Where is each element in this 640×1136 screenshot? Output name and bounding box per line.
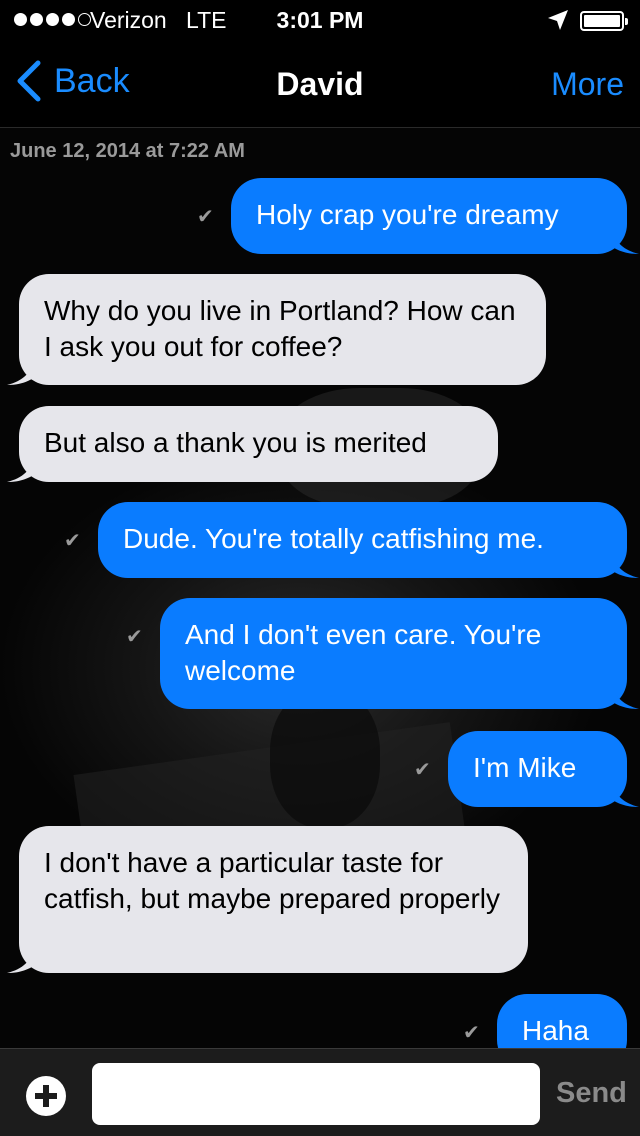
bubble-tail bbox=[7, 456, 35, 482]
more-button[interactable]: More bbox=[551, 66, 624, 103]
compose-bar: Send bbox=[0, 1048, 640, 1136]
message-timestamp: June 12, 2014 at 7:22 AM bbox=[10, 140, 245, 162]
bubble-tail bbox=[611, 228, 639, 254]
add-attachment-button[interactable] bbox=[26, 1076, 66, 1116]
bubble-tail bbox=[611, 683, 639, 709]
incoming-message-bubble[interactable]: Why do you live in Portland? How can I a… bbox=[19, 274, 546, 385]
outgoing-message-bubble[interactable]: And I don't even care. You're welcome bbox=[160, 598, 627, 709]
bubble-tail bbox=[7, 359, 35, 385]
delivered-check-icon: ✔ bbox=[463, 1022, 480, 1044]
message-thread[interactable]: June 12, 2014 at 7:22 AM Holy crap you'r… bbox=[0, 128, 640, 1048]
status-time: 3:01 PM bbox=[276, 7, 364, 33]
conversation-title: David bbox=[276, 66, 364, 102]
bubble-tail bbox=[7, 947, 35, 973]
delivered-check-icon: ✔ bbox=[64, 530, 81, 552]
send-button[interactable]: Send bbox=[556, 1077, 627, 1110]
outgoing-message-bubble[interactable]: Holy crap you're dreamy bbox=[231, 178, 627, 254]
navigation-bar: Back David More bbox=[0, 40, 640, 128]
message-input[interactable] bbox=[92, 1063, 540, 1125]
incoming-message-bubble[interactable]: I don't have a particular taste for catf… bbox=[19, 826, 528, 973]
incoming-message-bubble[interactable]: But also a thank you is merited bbox=[19, 406, 498, 482]
delivered-check-icon: ✔ bbox=[197, 206, 214, 228]
location-arrow-icon bbox=[548, 10, 568, 30]
bubble-tail bbox=[611, 781, 639, 807]
outgoing-message-bubble[interactable]: Haha bbox=[497, 994, 627, 1048]
bubble-tail bbox=[611, 552, 639, 578]
delivered-check-icon: ✔ bbox=[414, 759, 431, 781]
outgoing-message-bubble[interactable]: Dude. You're totally catfishing me. bbox=[98, 502, 627, 578]
outgoing-message-bubble[interactable]: I'm Mike bbox=[448, 731, 627, 807]
background-graphic bbox=[270, 688, 380, 828]
status-bar: Verizon LTE 3:01 PM bbox=[0, 0, 640, 40]
delivered-check-icon: ✔ bbox=[126, 626, 143, 648]
battery-icon bbox=[580, 11, 628, 31]
